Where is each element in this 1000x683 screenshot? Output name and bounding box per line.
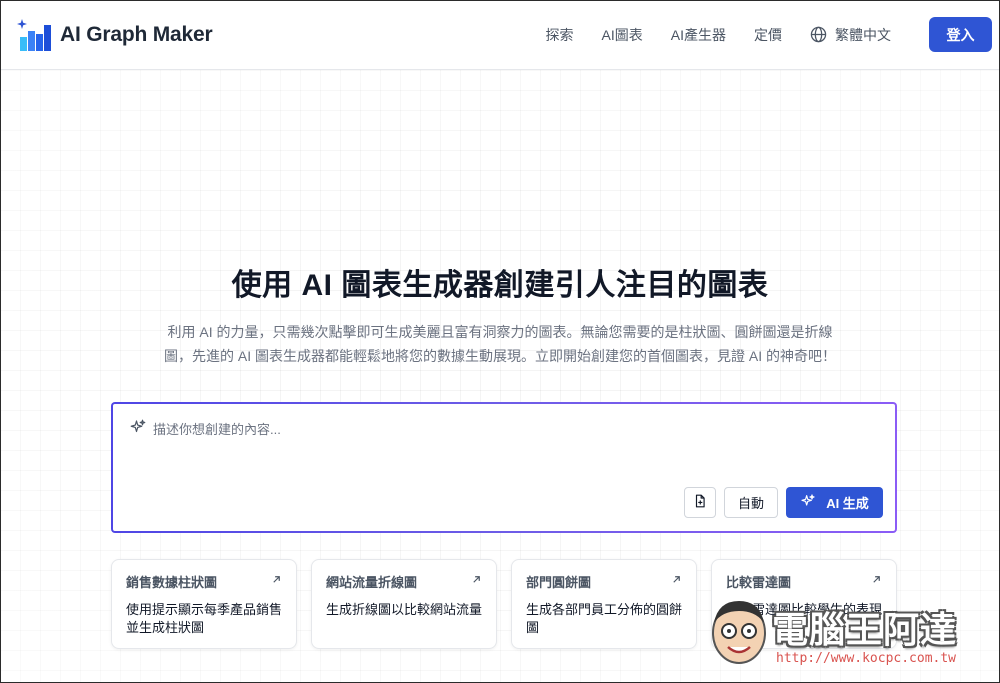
file-upload-icon [693,494,707,511]
nav-pricing[interactable]: 定價 [754,25,782,45]
ai-generate-button[interactable]: AI 生成 [786,487,883,518]
example-card-department-pie[interactable]: 部門圓餅圖 生成各部門員工分佈的圓餅 圖 [511,559,697,649]
prompt-box: 描述你想創建的內容... 自動 AI 生成 [111,402,897,533]
main-nav: 探索 AI圖表 AI產生器 定價 繁體中文 登入 [546,17,992,52]
card-description: 生成折線圖以比較網站流量 [326,601,482,619]
arrow-up-right-icon [271,572,282,590]
nav-explore[interactable]: 探索 [546,25,574,45]
watermark: 電腦王阿達 http://www.kocpc.com.tw [702,587,992,677]
brand-name: AI Graph Maker [60,22,213,46]
nav-ai-charts[interactable]: AI圖表 [602,25,643,45]
arrow-up-right-icon [471,572,482,590]
watermark-url: http://www.kocpc.com.tw [776,651,957,666]
prompt-input[interactable]: 描述你想創建的內容... 自動 AI 生成 [113,404,895,531]
card-title: 網站流量折線圖 [326,575,418,590]
ai-generate-label: AI 生成 [826,496,869,511]
card-title: 銷售數據柱狀圖 [126,575,218,590]
card-description-line-1: 使用提示顯示每季產品銷售 [126,602,283,617]
auto-button[interactable]: 自動 [724,487,778,518]
login-button[interactable]: 登入 [929,17,992,52]
sparkle-icon [129,418,147,439]
hero-subtitle: 利用 AI 的力量，只需幾次點擊即可生成美麗且富有洞察力的圖表。無論您需要的是柱… [160,320,840,368]
sparkle-icon [800,493,816,512]
watermark-mascot-icon [706,593,772,678]
hero-subtitle-line-2: 圖，先進的 AI 圖表生成器都能輕鬆地將您的數據生動展現。立即開始創建您的首個圖… [163,348,836,364]
globe-icon [810,26,827,43]
card-description-line-2: 圖 [526,620,540,635]
brand[interactable]: AI Graph Maker [16,17,213,53]
top-nav-bar: AI Graph Maker 探索 AI圖表 AI產生器 定價 繁體中文 登入 [0,0,1000,70]
card-description: 使用提示顯示每季產品銷售 並生成柱狀圖 [126,601,282,637]
card-title: 部門圓餅圖 [526,575,592,590]
card-description-line-1: 生成各部門員工分佈的圓餅 [526,602,683,617]
card-description-line-2: 並生成柱狀圖 [126,620,205,635]
example-card-traffic-line[interactable]: 網站流量折線圖 生成折線圖以比較網站流量 [311,559,497,649]
language-label: 繁體中文 [835,26,891,43]
brand-logo-icon [16,17,52,53]
example-card-sales-bar[interactable]: 銷售數據柱狀圖 使用提示顯示每季產品銷售 並生成柱狀圖 [111,559,297,649]
prompt-placeholder-text: 描述你想創建的內容... [153,422,281,437]
page-title: 使用 AI 圖表生成器創建引人注目的圖表 [231,269,769,302]
prompt-actions: 自動 AI 生成 [684,487,883,518]
watermark-text: 電腦王阿達 [772,610,958,651]
language-selector[interactable]: 繁體中文 [810,25,891,45]
arrow-up-right-icon [671,572,682,590]
upload-file-button[interactable] [684,487,716,518]
prompt-placeholder: 描述你想創建的內容... [129,418,281,439]
nav-ai-generator[interactable]: AI產生器 [671,25,726,45]
hero-subtitle-line-1: 利用 AI 的力量，只需幾次點擊即可生成美麗且富有洞察力的圖表。無論您需要的是柱… [167,324,833,340]
card-description-line-1: 生成折線圖以比較網站流量 [326,602,483,617]
card-description: 生成各部門員工分佈的圓餅 圖 [526,601,682,637]
